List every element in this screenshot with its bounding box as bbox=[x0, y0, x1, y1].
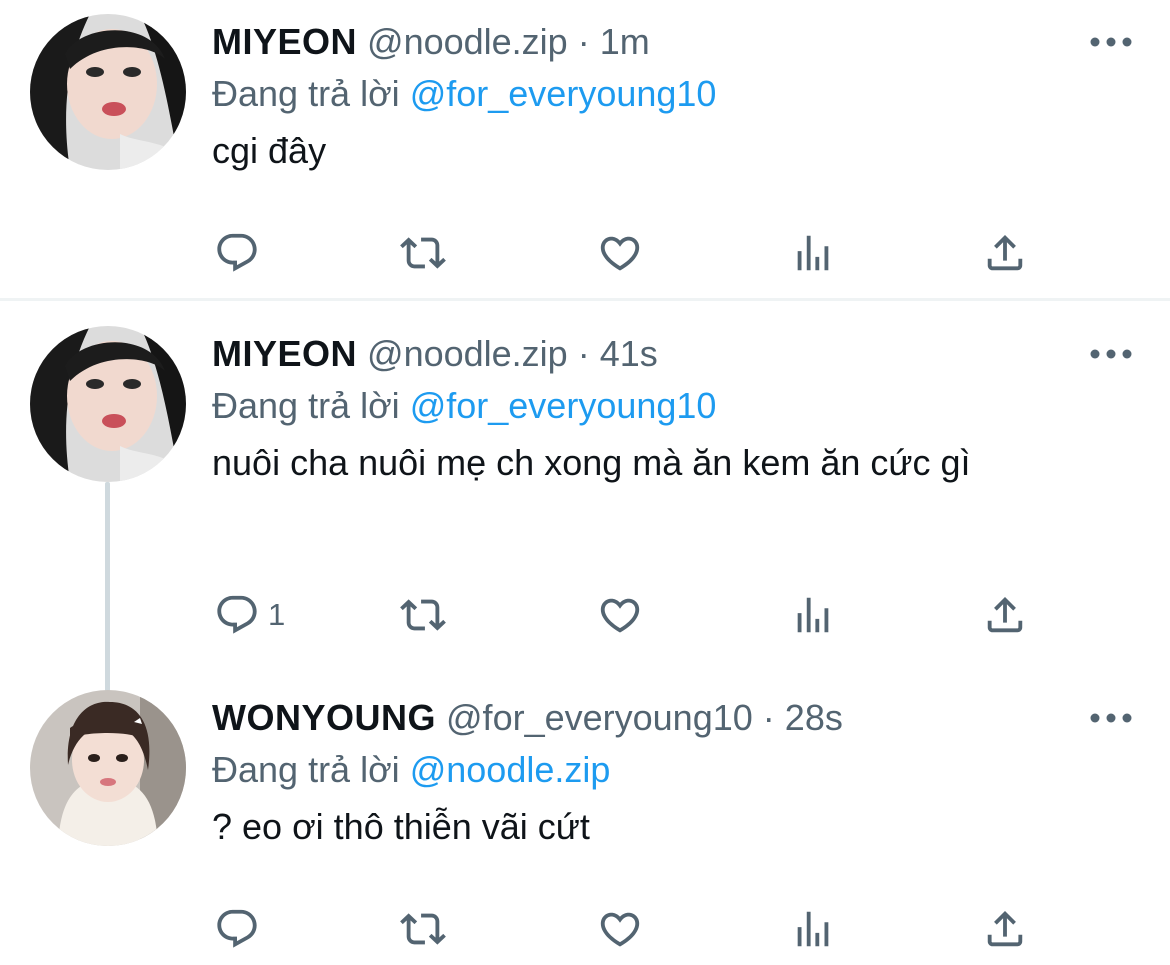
avatar[interactable] bbox=[30, 326, 186, 482]
analytics-icon bbox=[797, 911, 829, 947]
display-name[interactable]: MIYEON bbox=[212, 21, 357, 62]
share-button[interactable] bbox=[982, 228, 1028, 278]
tweet[interactable]: MIYEON @noodle.zip · 1m Đang trả lời @fo… bbox=[0, 0, 1170, 300]
retweet-icon bbox=[400, 913, 446, 945]
views-button[interactable] bbox=[790, 590, 836, 640]
more-button[interactable] bbox=[1088, 344, 1134, 364]
reply-icon bbox=[217, 595, 257, 634]
divider bbox=[0, 298, 1170, 301]
separator: · bbox=[762, 697, 775, 738]
tweet-header: WONYOUNG @for_everyoung10 · 28s bbox=[212, 692, 1140, 744]
tweet[interactable]: MIYEON @noodle.zip · 41s Đang trả lời @f… bbox=[0, 310, 1170, 692]
handle[interactable]: @noodle.zip bbox=[367, 21, 568, 62]
retweet-icon bbox=[400, 237, 446, 269]
analytics-icon bbox=[797, 597, 829, 633]
like-button[interactable] bbox=[597, 228, 643, 278]
more-icon bbox=[1090, 713, 1132, 723]
share-button[interactable] bbox=[982, 590, 1028, 640]
replying-to-handle[interactable]: @noodle.zip bbox=[410, 749, 611, 790]
tweet-actions bbox=[212, 904, 1042, 954]
heart-icon bbox=[600, 598, 640, 633]
display-name[interactable]: MIYEON bbox=[212, 333, 357, 374]
retweet-button[interactable] bbox=[400, 228, 446, 278]
reply-button[interactable] bbox=[214, 228, 268, 278]
replying-to-handle[interactable]: @for_everyoung10 bbox=[410, 73, 717, 114]
avatar[interactable] bbox=[30, 14, 186, 170]
tweet[interactable]: WONYOUNG @for_everyoung10 · 28s Đang trả… bbox=[0, 674, 1170, 965]
replying-to: Đang trả lời @noodle.zip bbox=[212, 744, 1140, 796]
heart-icon bbox=[600, 912, 640, 947]
analytics-icon bbox=[797, 235, 829, 271]
reply-icon bbox=[217, 233, 257, 272]
views-button[interactable] bbox=[790, 228, 836, 278]
handle[interactable]: @noodle.zip bbox=[367, 333, 568, 374]
avatar[interactable] bbox=[30, 690, 186, 846]
replying-to-handle[interactable]: @for_everyoung10 bbox=[410, 385, 717, 426]
tweet-header: MIYEON @noodle.zip · 1m bbox=[212, 16, 1140, 68]
timestamp[interactable]: 28s bbox=[785, 697, 843, 738]
miyeon-avatar-image bbox=[30, 14, 186, 170]
more-button[interactable] bbox=[1088, 32, 1134, 52]
tweet-text: cgi đây bbox=[212, 130, 327, 171]
more-icon bbox=[1090, 37, 1132, 47]
replying-to-label: Đang trả lời bbox=[212, 73, 400, 114]
tweet-header: MIYEON @noodle.zip · 41s bbox=[212, 328, 1140, 380]
reply-icon bbox=[217, 909, 257, 948]
replying-to-label: Đang trả lời bbox=[212, 385, 400, 426]
tweet-text: ? eo ơi thô thiễn vãi cứt bbox=[212, 806, 590, 847]
tweet-actions bbox=[212, 228, 1042, 278]
heart-icon bbox=[600, 236, 640, 271]
wonyoung-avatar-image bbox=[30, 690, 186, 846]
share-button[interactable] bbox=[982, 904, 1028, 954]
replying-to-label: Đang trả lời bbox=[212, 749, 400, 790]
retweet-icon bbox=[400, 599, 446, 631]
reply-button[interactable]: 1 bbox=[214, 590, 285, 640]
reply-button[interactable] bbox=[214, 904, 268, 954]
separator: · bbox=[577, 21, 590, 62]
miyeon-avatar-image bbox=[30, 326, 186, 482]
like-button[interactable] bbox=[597, 904, 643, 954]
display-name[interactable]: WONYOUNG bbox=[212, 697, 436, 738]
views-button[interactable] bbox=[790, 904, 836, 954]
share-icon bbox=[987, 910, 1023, 947]
replying-to: Đang trả lời @for_everyoung10 bbox=[212, 68, 1140, 120]
handle[interactable]: @for_everyoung10 bbox=[446, 697, 753, 738]
tweet-text: nuôi cha nuôi mẹ ch xong mà ăn kem ăn cứ… bbox=[212, 442, 971, 483]
thread-line bbox=[105, 482, 110, 692]
retweet-button[interactable] bbox=[400, 590, 446, 640]
tweet-actions: 1 bbox=[212, 590, 1042, 640]
reply-count: 1 bbox=[268, 597, 286, 632]
replying-to: Đang trả lời @for_everyoung10 bbox=[212, 380, 1140, 432]
like-button[interactable] bbox=[597, 590, 643, 640]
timestamp[interactable]: 1m bbox=[600, 21, 650, 62]
more-button[interactable] bbox=[1088, 708, 1134, 728]
share-icon bbox=[987, 234, 1023, 271]
share-icon bbox=[987, 596, 1023, 633]
separator: · bbox=[577, 333, 590, 374]
more-icon bbox=[1090, 349, 1132, 359]
timestamp[interactable]: 41s bbox=[600, 333, 658, 374]
retweet-button[interactable] bbox=[400, 904, 446, 954]
